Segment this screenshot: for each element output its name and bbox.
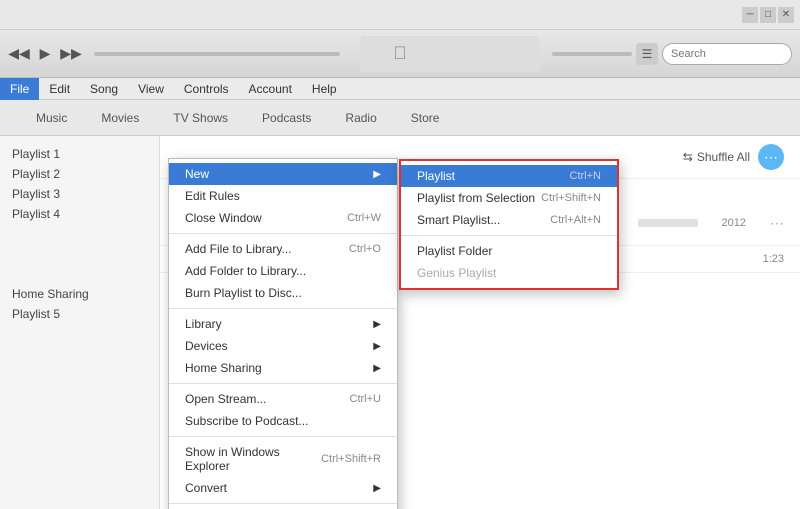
more-options-button[interactable]: ⋯ — [758, 144, 784, 170]
tab-podcasts[interactable]: Podcasts — [246, 107, 327, 129]
nav-tabs: Music Movies TV Shows Podcasts Radio Sto… — [0, 100, 800, 136]
progress-bar[interactable] — [94, 52, 340, 56]
rewind-button[interactable]: ◀◀ — [8, 43, 30, 65]
toolbar: ◀◀ ▶ ▶▶  ☰ — [0, 30, 800, 78]
shuffle-all-button[interactable]: ⇆ Shuffle All — [683, 150, 750, 164]
tab-movies[interactable]: Movies — [85, 107, 155, 129]
divider — [169, 436, 397, 437]
submenu-arrow: ▶ — [373, 319, 381, 330]
sidebar-item-home-sharing[interactable]: Home Sharing — [0, 284, 159, 304]
menu-devices[interactable]: Devices ▶ — [169, 335, 397, 357]
content-area: ⇆ Shuffle All ⋯ 2 songs • 6 minutes 2012… — [160, 136, 800, 509]
menu-edit-rules[interactable]: Edit Rules — [169, 185, 397, 207]
menu-add-folder[interactable]: Add Folder to Library... — [169, 260, 397, 282]
submenu-playlist-folder[interactable]: Playlist Folder — [401, 240, 617, 262]
submenu-playlist-from-selection[interactable]: Playlist from Selection Ctrl+Shift+N — [401, 187, 617, 209]
submenu-smart-playlist[interactable]: Smart Playlist... Ctrl+Alt+N — [401, 209, 617, 231]
title-bar: ─ □ ✕ — [0, 0, 800, 30]
window-controls: ─ □ ✕ — [742, 7, 800, 23]
submenu-playlist[interactable]: Playlist Ctrl+N — [401, 165, 617, 187]
apple-logo:  — [393, 43, 407, 64]
submenu-genius-playlist: Genius Playlist — [401, 262, 617, 284]
menu-home-sharing[interactable]: Home Sharing ▶ — [169, 357, 397, 379]
submenu-arrow: ▶ — [373, 363, 381, 374]
shuffle-label: Shuffle All — [697, 150, 750, 164]
divider — [169, 503, 397, 504]
tab-music[interactable]: Music — [20, 107, 83, 129]
track-more-button[interactable]: ⋯ — [770, 215, 784, 232]
menu-controls[interactable]: Controls — [174, 78, 239, 100]
menu-subscribe-podcast[interactable]: Subscribe to Podcast... — [169, 410, 397, 432]
search-area: ☰ — [636, 43, 792, 65]
now-playing-display — [360, 36, 540, 72]
menu-add-file[interactable]: Add File to Library... Ctrl+O — [169, 238, 397, 260]
menu-help[interactable]: Help — [302, 78, 347, 100]
search-input[interactable] — [662, 43, 792, 65]
submenu-arrow: ▶ — [373, 483, 381, 494]
sidebar-item-playlist1[interactable]: Playlist 1 — [0, 144, 159, 164]
submenu-arrow: ▶ — [373, 169, 381, 180]
submenu-arrow: ▶ — [373, 341, 381, 352]
sidebar-item-playlist2[interactable]: Playlist 2 — [0, 164, 159, 184]
divider — [401, 235, 617, 236]
menu-library[interactable]: Library ▶ — [169, 313, 397, 335]
sidebar-item-playlist4[interactable]: Playlist 4 — [0, 204, 159, 224]
maximize-button[interactable]: □ — [760, 7, 776, 23]
sidebar-item-playlist3[interactable]: Playlist 3 — [0, 184, 159, 204]
divider — [169, 308, 397, 309]
tab-tv-shows[interactable]: TV Shows — [157, 107, 244, 129]
divider — [169, 383, 397, 384]
file-menu-dropdown: New ▶ Edit Rules Close Window Ctrl+W Add… — [168, 158, 398, 509]
divider — [169, 233, 397, 234]
close-button[interactable]: ✕ — [778, 7, 794, 23]
volume-slider[interactable] — [552, 52, 632, 56]
tab-store[interactable]: Store — [395, 107, 456, 129]
minimize-button[interactable]: ─ — [742, 7, 758, 23]
menu-show-explorer[interactable]: Show in Windows Explorer Ctrl+Shift+R — [169, 441, 397, 477]
menu-new[interactable]: New ▶ — [169, 163, 397, 185]
menu-edit[interactable]: Edit — [39, 78, 80, 100]
new-submenu: Playlist Ctrl+N Playlist from Selection … — [399, 159, 619, 290]
track-duration: 1:23 — [748, 253, 784, 265]
menu-song[interactable]: Song — [80, 78, 128, 100]
main-layout: Playlist 1 Playlist 2 Playlist 3 Playlis… — [0, 136, 800, 509]
shuffle-icon: ⇆ — [683, 150, 693, 164]
menu-close-window[interactable]: Close Window Ctrl+W — [169, 207, 397, 229]
menu-view[interactable]: View — [128, 78, 174, 100]
menu-open-stream[interactable]: Open Stream... Ctrl+U — [169, 388, 397, 410]
list-view-icon[interactable]: ☰ — [636, 43, 658, 65]
sidebar-item-playlist5[interactable]: Playlist 5 — [0, 304, 159, 324]
play-button[interactable]: ▶ — [34, 43, 56, 65]
menu-burn-playlist[interactable]: Burn Playlist to Disc... — [169, 282, 397, 304]
menu-convert[interactable]: Convert ▶ — [169, 477, 397, 499]
tab-radio[interactable]: Radio — [329, 107, 392, 129]
menu-bar: File Edit Song View Controls Account Hel… — [0, 78, 800, 100]
track-year: 2012 — [722, 217, 746, 229]
menu-file[interactable]: File — [0, 78, 39, 100]
menu-account[interactable]: Account — [239, 78, 302, 100]
sidebar: Playlist 1 Playlist 2 Playlist 3 Playlis… — [0, 136, 160, 509]
track-genre — [638, 219, 698, 227]
forward-button[interactable]: ▶▶ — [60, 43, 82, 65]
